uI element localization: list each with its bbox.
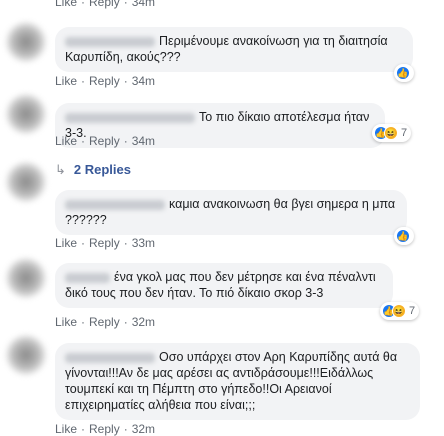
- commenter-name[interactable]: [65, 352, 155, 363]
- comment-actions: Like · Reply · 34m: [55, 0, 155, 9]
- like-link[interactable]: Like: [55, 236, 77, 250]
- reply-link[interactable]: Reply: [89, 422, 120, 436]
- avatar[interactable]: [6, 94, 46, 134]
- avatar[interactable]: [6, 335, 46, 375]
- like-reaction-icon: 👍: [396, 66, 410, 80]
- timestamp: 33m: [131, 236, 156, 250]
- like-link[interactable]: Like: [55, 422, 77, 436]
- like-link[interactable]: Like: [55, 0, 77, 9]
- view-replies-link[interactable]: ↳ 2 Replies: [55, 162, 131, 178]
- replies-count-label: 2 Replies: [73, 162, 131, 177]
- comment-actions: Like · Reply · 34m: [55, 134, 156, 148]
- reaction-summary[interactable]: 👍: [394, 64, 414, 82]
- timestamp: 34m: [131, 0, 156, 9]
- reply-link[interactable]: Reply: [89, 236, 120, 250]
- commenter-name[interactable]: [65, 272, 110, 283]
- like-reaction-icon: 👍: [396, 229, 410, 243]
- reaction-summary[interactable]: 👍 😆 7: [372, 124, 412, 142]
- avatar[interactable]: [6, 162, 46, 202]
- timestamp: 34m: [131, 134, 156, 148]
- like-link[interactable]: Like: [55, 315, 77, 329]
- timestamp: 32m: [131, 422, 156, 436]
- timestamp: 32m: [131, 315, 156, 329]
- commenter-name[interactable]: [65, 36, 155, 47]
- commenter-name[interactable]: [65, 112, 195, 123]
- comment-actions: Like · Reply · 34m: [55, 74, 156, 88]
- reply-link[interactable]: Reply: [89, 0, 120, 9]
- comment-actions: Like · Reply · 32m: [55, 315, 156, 329]
- comment-text: ένα γκολ μας που δεν μέτρησε και ένα πέν…: [65, 270, 376, 300]
- reaction-count: 7: [409, 305, 416, 317]
- reply-link[interactable]: Reply: [89, 315, 120, 329]
- comment-bubble: ένα γκολ μας που δεν μέτρησε και ένα πέν…: [55, 263, 393, 308]
- comment-bubble: καμια ανακοινωση θα βγει σημερα η μπα ??…: [55, 190, 407, 235]
- like-link[interactable]: Like: [55, 134, 77, 148]
- avatar[interactable]: [6, 258, 46, 298]
- reply-link[interactable]: Reply: [89, 134, 120, 148]
- reaction-summary[interactable]: 👍: [394, 227, 414, 245]
- comment-actions: Like · Reply · 32m: [55, 422, 156, 436]
- commenter-name[interactable]: [65, 199, 165, 210]
- avatar[interactable]: [6, 22, 46, 62]
- reaction-count: 7: [401, 127, 408, 139]
- reply-arrow-icon: ↳: [55, 162, 66, 177]
- reply-link[interactable]: Reply: [89, 74, 120, 88]
- haha-reaction-icon: 😆: [384, 126, 398, 140]
- comment-actions: Like · Reply · 33m: [55, 236, 156, 250]
- like-link[interactable]: Like: [55, 74, 77, 88]
- comment-bubble: Περιμένουμε ανακοίνωση για τη διαιτησία …: [55, 27, 413, 72]
- reaction-summary[interactable]: 👍 😆 7: [380, 302, 420, 320]
- comment-bubble: Οσο υπάρχει στον Αρη Καρυπίδης αυτά θα γ…: [55, 343, 420, 420]
- haha-reaction-icon: 😆: [392, 304, 406, 318]
- timestamp: 34m: [131, 74, 156, 88]
